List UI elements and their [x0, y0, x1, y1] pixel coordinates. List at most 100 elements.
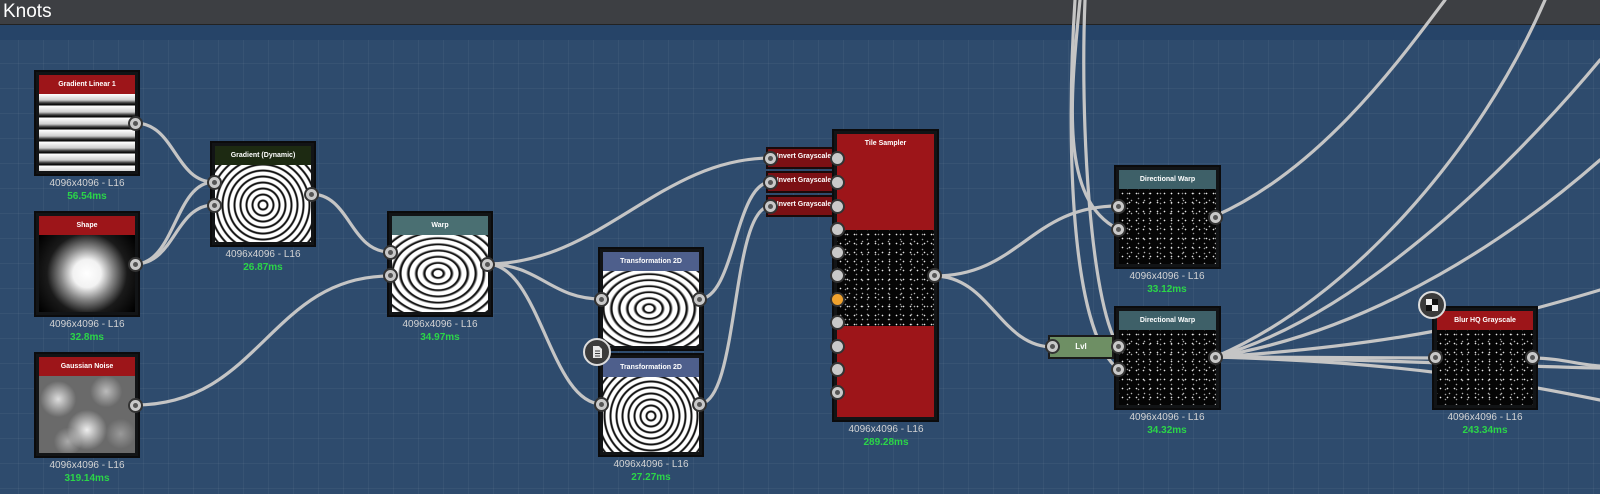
input-port[interactable]	[1428, 350, 1443, 365]
input-port[interactable]	[830, 362, 845, 377]
node-title: Transformation 2D	[603, 252, 699, 271]
node-thumbnail	[39, 235, 135, 312]
node-resolution: 4096x4096 - L16	[1447, 412, 1523, 423]
node-time: 56.54ms	[67, 191, 107, 202]
node-thumbnail-top	[837, 153, 934, 230]
node-info: 4096x4096 - L16 243.34ms	[1420, 412, 1550, 436]
input-port[interactable]	[830, 199, 845, 214]
cache-badge[interactable]	[1418, 291, 1446, 319]
node-time: 289.28ms	[863, 437, 909, 448]
input-port[interactable]	[763, 199, 778, 214]
node-directional-warp-1[interactable]: Directional Warp	[1114, 165, 1221, 269]
node-time: 27.27ms	[631, 472, 671, 483]
node-resolution: 4096x4096 - L16	[613, 459, 689, 470]
input-port[interactable]	[830, 339, 845, 354]
node-thumbnail	[837, 230, 934, 326]
output-port[interactable]	[128, 116, 143, 131]
node-thumbnail	[1437, 330, 1533, 405]
input-port[interactable]	[594, 397, 609, 412]
node-warp[interactable]: Warp	[387, 211, 493, 317]
node-transformation-2d-1[interactable]: Transformation 2D	[598, 247, 704, 351]
input-port[interactable]	[763, 151, 778, 166]
input-port[interactable]	[830, 175, 845, 190]
node-info: 4096x4096 - L16 26.87ms	[198, 249, 328, 273]
node-resolution: 4096x4096 - L16	[49, 178, 125, 189]
node-time: 243.34ms	[1462, 425, 1508, 436]
node-title: Directional Warp	[1119, 311, 1216, 330]
input-port[interactable]	[830, 385, 845, 400]
node-time: 319.14ms	[64, 473, 110, 484]
input-port[interactable]	[1111, 199, 1126, 214]
output-port[interactable]	[128, 257, 143, 272]
input-port[interactable]	[594, 292, 609, 307]
node-info: 4096x4096 - L16 56.54ms	[22, 178, 152, 202]
node-resolution: 4096x4096 - L16	[1129, 412, 1205, 423]
node-info: 4096x4096 - L16 34.97ms	[375, 319, 505, 343]
node-title: Invert Grayscale	[776, 153, 832, 160]
node-thumbnail	[603, 271, 699, 346]
node-tile-sampler[interactable]: Tile Sampler	[832, 129, 939, 422]
output-port[interactable]	[692, 397, 707, 412]
input-port[interactable]	[207, 198, 222, 213]
node-gradient-dynamic[interactable]: Gradient (Dynamic)	[210, 141, 316, 247]
output-port[interactable]	[1208, 350, 1223, 365]
input-port[interactable]	[1111, 362, 1126, 377]
node-info: 4096x4096 - L16 34.32ms	[1102, 412, 1232, 436]
node-title: Gaussian Noise	[39, 357, 135, 376]
node-title: Shape	[39, 216, 135, 235]
node-time: 32.8ms	[70, 332, 104, 343]
node-title: Gradient (Dynamic)	[215, 146, 311, 165]
node-transformation-2d-2[interactable]: Transformation 2D	[598, 353, 704, 457]
input-port[interactable]	[830, 245, 845, 260]
node-title: Lvl	[1075, 342, 1087, 351]
node-time: 33.12ms	[1147, 284, 1187, 295]
node-info: 4096x4096 - L16 289.28ms	[821, 424, 951, 448]
checker-icon	[1426, 299, 1438, 311]
input-port[interactable]	[763, 175, 778, 190]
node-info: 4096x4096 - L16 33.12ms	[1102, 271, 1232, 295]
node-shape[interactable]: Shape	[34, 211, 140, 317]
output-port[interactable]	[1208, 210, 1223, 225]
document-icon	[593, 346, 602, 358]
node-thumbnail	[603, 377, 699, 452]
output-port[interactable]	[480, 257, 495, 272]
node-thumbnail	[392, 235, 488, 312]
node-title: Invert Grayscale	[776, 201, 832, 208]
input-port[interactable]	[1111, 222, 1126, 237]
node-thumbnail	[1119, 330, 1216, 405]
node-title: Transformation 2D	[603, 358, 699, 377]
input-port[interactable]	[830, 151, 845, 166]
node-time: 26.87ms	[243, 262, 283, 273]
output-port[interactable]	[1525, 350, 1540, 365]
input-port[interactable]	[830, 222, 845, 237]
input-port-active[interactable]	[830, 292, 845, 307]
node-thumbnail	[39, 376, 135, 453]
node-blur-hq-grayscale[interactable]: Blur HQ Grayscale	[1432, 306, 1538, 410]
node-resolution: 4096x4096 - L16	[1129, 271, 1205, 282]
node-resolution: 4096x4096 - L16	[402, 319, 478, 330]
title-bar: Knots	[0, 0, 1600, 25]
output-port[interactable]	[128, 398, 143, 413]
node-resolution: 4096x4096 - L16	[49, 460, 125, 471]
comment-badge[interactable]	[583, 338, 611, 366]
node-thumbnail	[1119, 189, 1216, 264]
node-thumbnail	[215, 165, 311, 242]
node-info: 4096x4096 - L16 32.8ms	[22, 319, 152, 343]
input-port[interactable]	[830, 268, 845, 283]
node-gradient-linear[interactable]: Gradient Linear 1	[34, 70, 140, 176]
input-port[interactable]	[1045, 339, 1060, 354]
input-port[interactable]	[207, 175, 222, 190]
output-port[interactable]	[927, 268, 942, 283]
node-thumbnail-bottom	[837, 326, 934, 417]
output-port[interactable]	[304, 187, 319, 202]
node-title: Warp	[392, 216, 488, 235]
input-port[interactable]	[830, 315, 845, 330]
input-port[interactable]	[383, 245, 398, 260]
node-directional-warp-2[interactable]: Directional Warp	[1114, 306, 1221, 410]
node-resolution: 4096x4096 - L16	[225, 249, 301, 260]
input-port[interactable]	[1111, 339, 1126, 354]
node-gaussian-noise[interactable]: Gaussian Noise	[34, 352, 140, 458]
graph-toolbar	[0, 25, 1600, 40]
output-port[interactable]	[692, 292, 707, 307]
input-port[interactable]	[383, 268, 398, 283]
